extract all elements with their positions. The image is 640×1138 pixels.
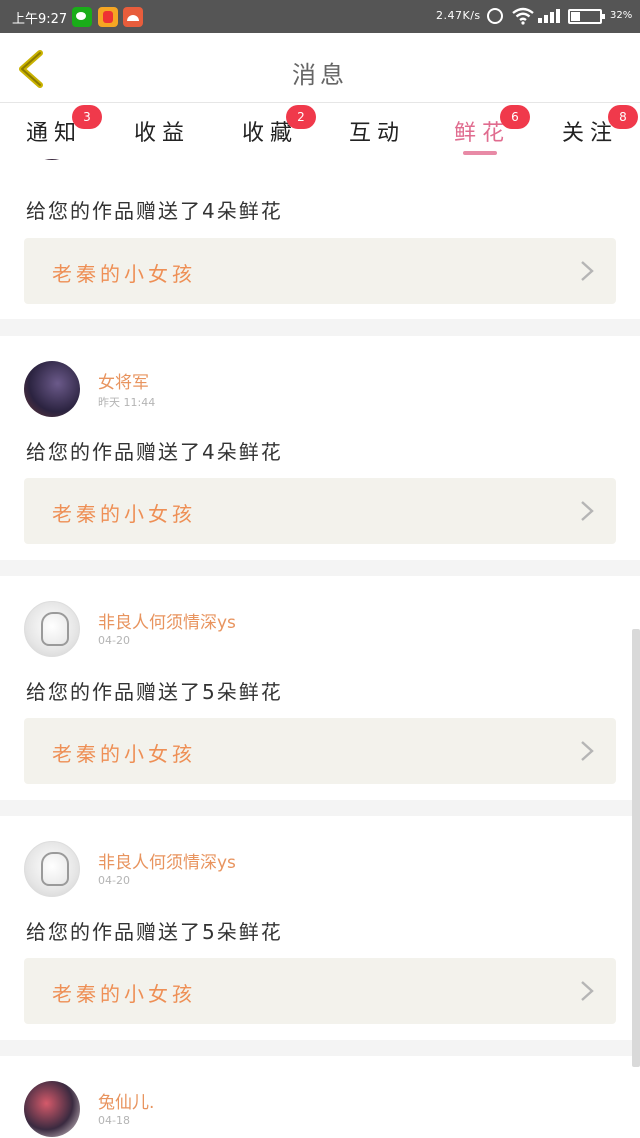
username[interactable]: 女将军 (98, 368, 149, 393)
status-bar: 上午9:27 2.47K/s 32% (0, 0, 640, 33)
timestamp: 04-20 (98, 634, 130, 647)
chevron-right-icon (581, 981, 594, 1001)
tab-bar: 通知 3 收益 收藏 2 互动 鲜花 6 关注 8 (0, 103, 640, 159)
tab-label: 互动 (348, 121, 405, 146)
status-time: 上午9:27 (12, 12, 68, 27)
timestamp: 04-20 (98, 874, 130, 887)
tab-following[interactable]: 关注 8 (540, 105, 640, 147)
message-card: 非良人何须情深ys 04-20 给您的作品赠送了5朵鲜花 老秦的小女孩 (0, 816, 640, 1040)
message-card: 非良人何须情深ys 04-20 给您的作品赠送了5朵鲜花 老秦的小女孩 (0, 576, 640, 800)
work-link[interactable]: 老秦的小女孩 (24, 718, 616, 784)
work-link[interactable]: 老秦的小女孩 (24, 478, 616, 544)
work-title: 老秦的小女孩 (52, 742, 196, 766)
work-title: 老秦的小女孩 (52, 262, 196, 286)
chevron-right-icon (581, 741, 594, 761)
avatar[interactable] (24, 1081, 80, 1137)
tab-label: 通知 (25, 121, 82, 146)
battery-percent: 32% (610, 10, 633, 21)
work-title: 老秦的小女孩 (52, 982, 196, 1006)
work-link[interactable]: 老秦的小女孩 (24, 238, 616, 304)
message-card: 给您的作品赠送了4朵鲜花 老秦的小女孩 (0, 159, 640, 319)
message-text: 给您的作品赠送了4朵鲜花 (26, 440, 283, 464)
work-link[interactable]: 老秦的小女孩 (24, 958, 616, 1024)
wechat-icon (72, 7, 92, 27)
battery-level (571, 12, 580, 21)
chevron-right-icon (581, 261, 594, 281)
username[interactable]: 非良人何须情深ys (98, 848, 236, 873)
tab-flowers[interactable]: 鲜花 6 (432, 105, 532, 147)
message-card: 女将军 昨天 11:44 给您的作品赠送了4朵鲜花 老秦的小女孩 (0, 336, 640, 560)
tab-label: 关注 (561, 121, 618, 146)
battery-icon (568, 9, 605, 24)
tab-badge: 2 (286, 105, 316, 129)
avatar[interactable] (24, 361, 80, 417)
scrollbar[interactable] (632, 629, 640, 1067)
message-text: 给您的作品赠送了4朵鲜花 (26, 199, 283, 223)
avatar[interactable] (24, 601, 80, 657)
avatar[interactable] (24, 159, 80, 160)
work-title: 老秦的小女孩 (52, 502, 196, 526)
tab-badge: 8 (608, 105, 638, 129)
nav-header: 消息 (0, 33, 640, 103)
signal-icon (538, 9, 560, 23)
chevron-right-icon (581, 501, 594, 521)
username[interactable]: 兔仙儿. (98, 1088, 154, 1113)
tab-label: 鲜花 (453, 121, 510, 146)
avatar[interactable] (24, 841, 80, 897)
tab-badge: 3 (72, 105, 102, 129)
message-text: 给您的作品赠送了5朵鲜花 (26, 680, 283, 704)
tab-notice[interactable]: 通知 3 (4, 105, 104, 147)
username[interactable]: 非良人何须情深ys (98, 608, 236, 633)
page-title: 消息 (292, 61, 348, 89)
tab-interactions[interactable]: 互动 (327, 115, 427, 147)
message-card: 兔仙儿. 04-18 (0, 1056, 640, 1138)
app-icon (123, 7, 143, 27)
active-tab-indicator (463, 151, 497, 155)
alarm-icon (487, 8, 503, 24)
tab-favorites[interactable]: 收藏 2 (220, 105, 320, 147)
message-list[interactable]: 给您的作品赠送了4朵鲜花 老秦的小女孩 女将军 昨天 11:44 给您的作品赠送… (0, 159, 640, 1138)
timestamp: 04-18 (98, 1114, 130, 1127)
timestamp: 昨天 11:44 (98, 396, 156, 409)
network-speed: 2.47K/s (436, 9, 481, 22)
wifi-icon (512, 7, 534, 25)
message-text: 给您的作品赠送了5朵鲜花 (26, 920, 283, 944)
screen: 上午9:27 2.47K/s 32% 消息 通知 3 收益 收藏 2 互动 鲜花… (0, 0, 640, 1138)
tab-earnings[interactable]: 收益 (112, 115, 212, 147)
tab-badge: 6 (500, 105, 530, 129)
tab-label: 收益 (133, 121, 190, 146)
app-icon (98, 7, 118, 27)
